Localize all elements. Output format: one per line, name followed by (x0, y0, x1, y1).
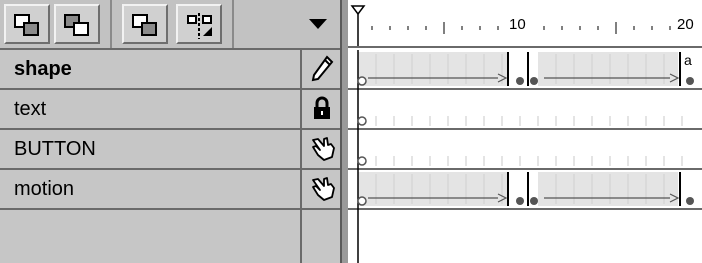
layer-row-text[interactable]: text (0, 90, 340, 130)
timeline-row-text[interactable] (348, 90, 702, 130)
layer-name: BUTTON (14, 138, 96, 160)
layer-row-shape[interactable]: shape (0, 50, 340, 90)
layer-stack-icon[interactable] (54, 4, 100, 44)
align-icon[interactable] (176, 4, 222, 44)
layer-name: text (14, 98, 47, 120)
timeline-row-empty (348, 210, 702, 263)
layer-status[interactable] (300, 130, 340, 168)
toolbar-divider (110, 0, 112, 48)
timeline-row-shape[interactable]: a (348, 50, 702, 90)
timeline-row-motion[interactable] (348, 170, 702, 210)
layer-stack-icon[interactable] (4, 4, 50, 44)
layer-row-button[interactable]: BUTTON (0, 130, 340, 170)
layer-status[interactable] (300, 50, 340, 88)
layer-status[interactable] (300, 90, 340, 128)
timeline-panel: shape text BUTTON motion 10 20 a (0, 0, 702, 263)
dropdown-arrow-icon[interactable] (298, 4, 338, 44)
layer-status (300, 210, 340, 263)
layer-row-empty (0, 210, 340, 263)
layer-row-motion[interactable]: motion (0, 170, 340, 210)
keyframe-label: a (684, 52, 692, 68)
toolbar-divider (232, 0, 234, 48)
layer-status[interactable] (300, 170, 340, 208)
timeline-row-button[interactable] (348, 130, 702, 170)
pane-divider[interactable] (340, 0, 348, 263)
ruler-label-20: 20 (676, 16, 695, 33)
layer-name: motion (14, 178, 75, 200)
ruler-label-10: 10 (508, 16, 527, 33)
layer-stack-icon[interactable] (122, 4, 168, 44)
layer-name: shape (14, 58, 72, 80)
frame-ruler[interactable]: 10 20 (348, 0, 702, 48)
layer-toolbar (0, 0, 340, 50)
